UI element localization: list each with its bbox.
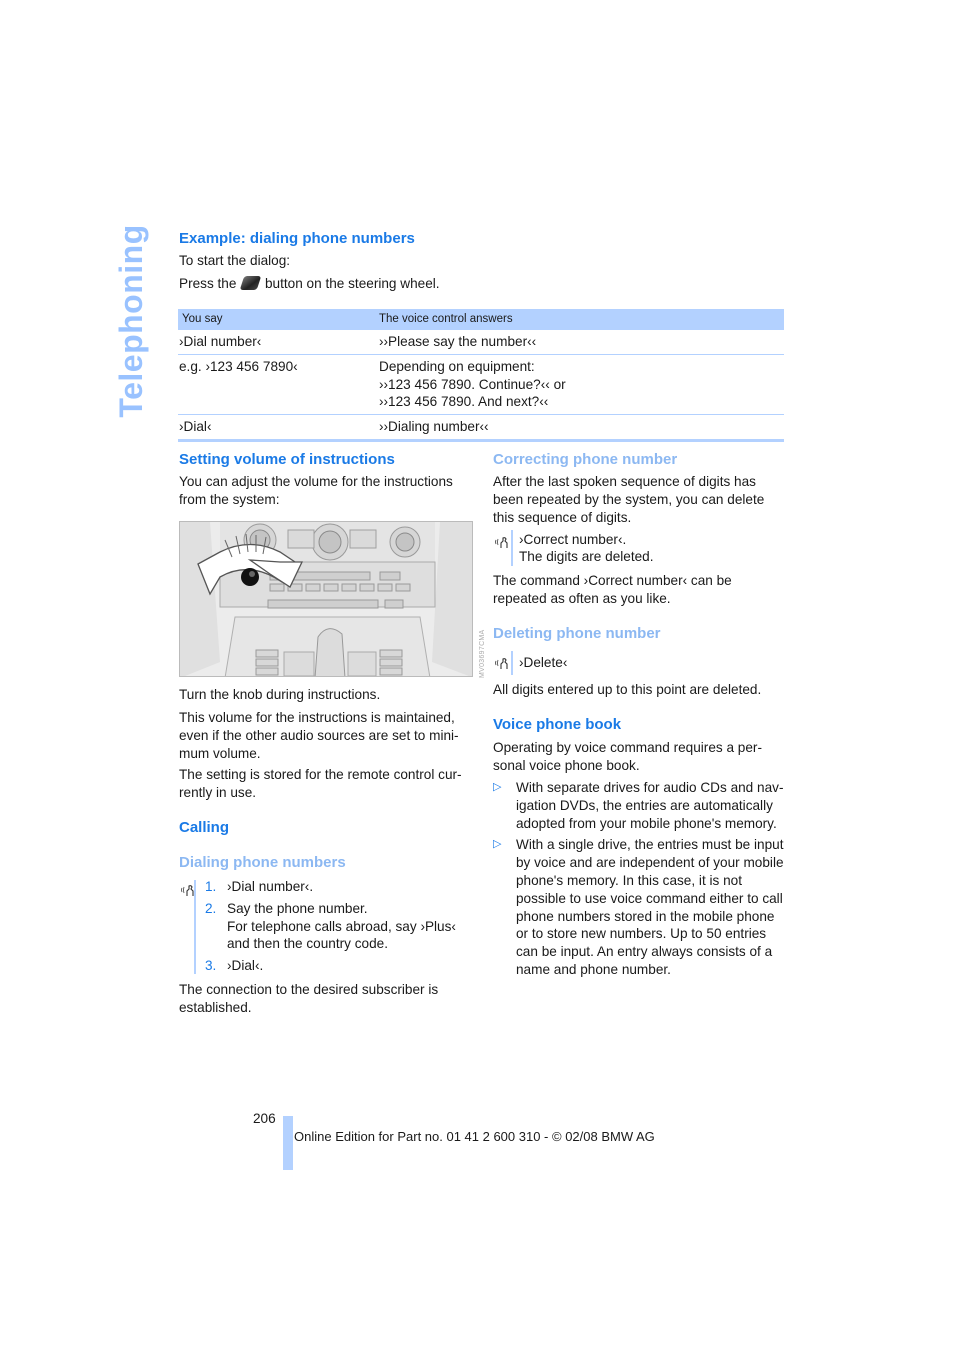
chapter-side-tab: Telephoning: [108, 224, 156, 417]
cell-you-say: ›Dial number‹: [179, 334, 262, 349]
deleting-heading: Deleting phone number: [493, 625, 661, 642]
answer-line: ››123 456 7890. Continue?‹‹ or: [379, 376, 566, 392]
phonebook-bullets: ▷ With separate drives for audio CDs and…: [493, 779, 785, 983]
correct-command-result: The digits are deleted.: [519, 549, 654, 564]
footer-edition: Online Edition for Part no. 01 41 2 600 …: [294, 1129, 655, 1144]
center-console-illustration: [180, 522, 472, 676]
volume-p3: The setting is stored for the remote con…: [179, 767, 462, 800]
footer-accent-bar: [283, 1116, 293, 1170]
press-before-text: Press the: [179, 276, 237, 291]
cell-you-say: e.g. ›123 456 7890‹: [179, 358, 298, 374]
step-item: 3. ›Dial‹.: [205, 957, 470, 975]
chapter-title: Telephoning: [113, 223, 150, 418]
correct-command: ›Correct number‹.: [519, 532, 627, 547]
correcting-heading: Correcting phone number: [493, 451, 678, 468]
cell-answer: Depending on equipment: ››123 456 7890. …: [378, 355, 784, 414]
example-heading: Example: dialing phone numbers: [179, 230, 415, 247]
step-number: 1.: [205, 879, 217, 894]
dialing-subheading: Dialing phone numbers: [179, 854, 346, 871]
step-line: Say the phone number.: [227, 900, 368, 916]
voice-command-icon: [181, 885, 194, 896]
step-item: 2. Say the phone number. For telephone c…: [205, 900, 470, 953]
voice-dialog-table: You say The voice control answers ›Dial …: [178, 309, 784, 442]
voice-command-icon: [495, 658, 508, 669]
press-after-text: button on the steering wheel.: [264, 276, 440, 291]
voice-command-block: [511, 651, 513, 675]
dialing-steps: 1. ›Dial number‹. 2. Say the phone numbe…: [205, 878, 470, 979]
table-header: You say The voice control answers: [178, 309, 784, 330]
answer-line: Depending on equipment:: [379, 358, 535, 374]
step-text: Say the phone number. For telephone call…: [227, 900, 470, 953]
column-header-you-say: You say: [182, 313, 223, 325]
example-press-instruction: Press the button on the steering wheel.: [179, 275, 440, 293]
volume-intro: You can adjust the volume for the instru…: [179, 474, 453, 507]
correcting-intro: After the last spoken sequence of digits…: [493, 474, 765, 525]
step-number: 3.: [205, 958, 217, 974]
answer-line: ››123 456 7890. And next?‹‹: [379, 394, 549, 410]
cell-answer: ››Dialing number‹‹: [378, 415, 784, 439]
calling-result: The connection to the desired subscriber…: [179, 982, 439, 1015]
bullet-item: ▷ With a single drive, the entries must …: [493, 836, 785, 978]
step-text: ›Dial‹.: [227, 958, 264, 974]
bullet-text: With a single drive, the entries must be…: [516, 837, 784, 977]
delete-command: ›Delete‹: [519, 655, 568, 670]
deleting-note: All digits entered up to this point are …: [493, 682, 762, 697]
voice-command-icon: [495, 537, 508, 548]
cell-you-say: ›Dial‹: [179, 419, 212, 435]
steering-wheel-voice-button-icon: [239, 276, 262, 290]
figure-code: MV03697CMA: [479, 629, 486, 678]
step-text: ›Dial number‹.: [227, 879, 314, 894]
answer-line: ››Please say the number‹‹: [379, 334, 537, 349]
table-row: ›Dial number‹ ››Please say the number‹‹: [178, 330, 784, 355]
cell-answer: ››Please say the number‹‹: [378, 330, 784, 354]
center-console-figure: [179, 521, 473, 677]
correcting-note: The command ›Correct number‹ can be repe…: [493, 573, 732, 606]
volume-p2: This volume for the instructions is main…: [179, 710, 459, 761]
calling-heading: Calling: [179, 819, 230, 836]
page-number: 206: [253, 1111, 276, 1126]
phonebook-intro: Operating by voice command requires a pe…: [493, 740, 762, 773]
example-intro: To start the dialog:: [179, 253, 291, 268]
bullet-text: With separate drives for audio CDs and n…: [516, 780, 784, 831]
step-line: For telephone calls abroad, say ›Plus‹ a…: [227, 918, 456, 952]
step-number: 2.: [205, 900, 217, 916]
step-item: 1. ›Dial number‹.: [205, 878, 470, 896]
column-header-answers: The voice control answers: [379, 313, 513, 325]
bullet-item: ▷ With separate drives for audio CDs and…: [493, 779, 785, 832]
voice-command-block: [511, 530, 513, 566]
triangle-bullet-icon: ▷: [493, 838, 502, 851]
triangle-bullet-icon: ▷: [493, 781, 502, 793]
table-row: e.g. ›123 456 7890‹ Depending on equipme…: [178, 355, 784, 416]
answer-line: ››Dialing number‹‹: [379, 419, 489, 435]
table-row: ›Dial‹ ››Dialing number‹‹: [178, 415, 784, 442]
volume-heading: Setting volume of instructions: [179, 451, 395, 468]
volume-p1: Turn the knob during instructions.: [179, 687, 381, 702]
phonebook-heading: Voice phone book: [493, 716, 622, 733]
